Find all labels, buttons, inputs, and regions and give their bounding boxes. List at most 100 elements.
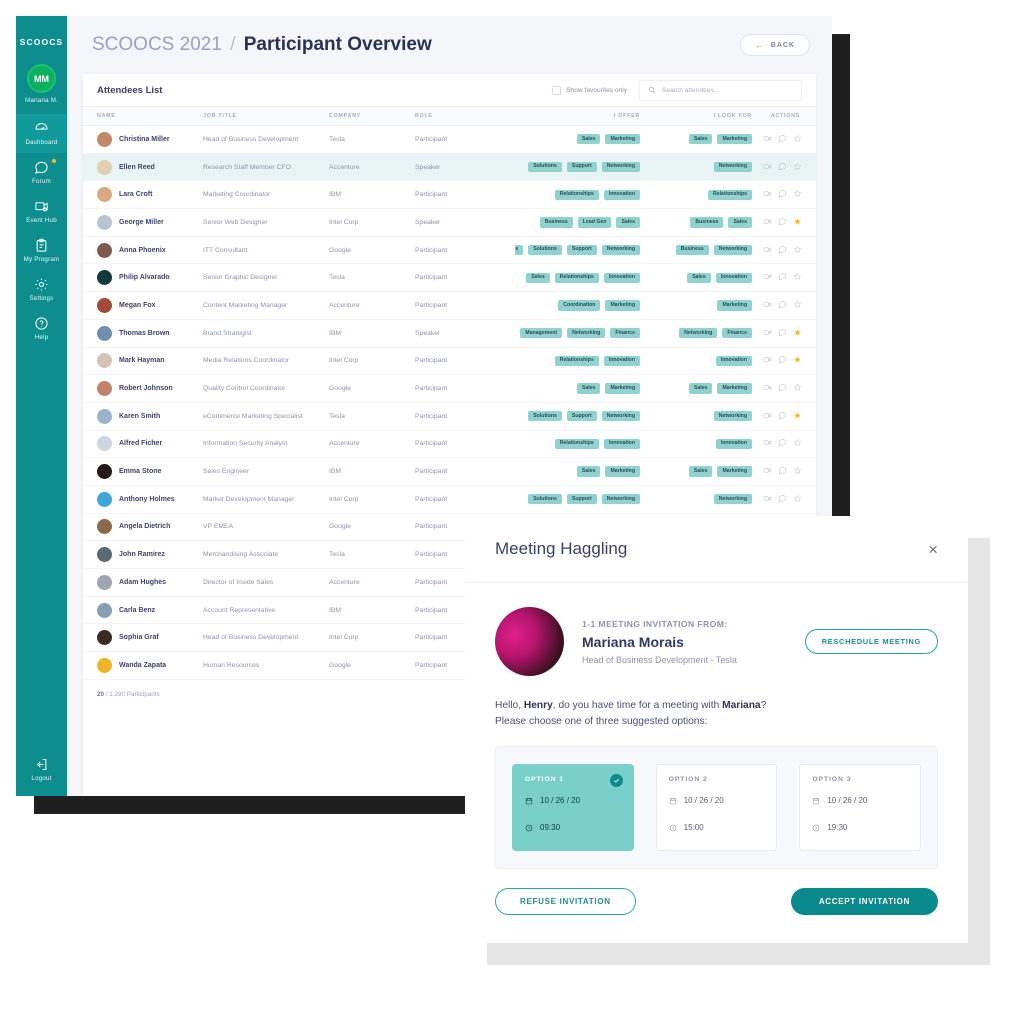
table-row[interactable]: Alfred Ficher Information Security Analys… <box>83 431 816 459</box>
tag[interactable]: Business <box>690 217 724 228</box>
tag[interactable]: Relationships <box>554 438 599 449</box>
table-row[interactable]: Robert Johnson Quality Control Coordinato… <box>83 375 816 403</box>
tag[interactable]: Business <box>515 244 524 256</box>
chat-icon[interactable] <box>778 328 787 339</box>
tag[interactable]: Networking <box>601 494 640 505</box>
tag[interactable]: Innovation <box>715 355 752 366</box>
tag[interactable]: Relationships <box>707 189 752 200</box>
tag[interactable]: Sales <box>576 383 601 394</box>
tag[interactable]: Marketing <box>605 300 640 311</box>
sidebar-item-logout[interactable]: Logout <box>16 747 67 796</box>
favourite-star-icon[interactable] <box>793 162 802 173</box>
sidebar-item-dashboard[interactable]: Dashboard <box>16 114 67 153</box>
reschedule-meeting-button[interactable]: RESCHEDULE MEETING <box>804 629 938 654</box>
tag[interactable]: Sales <box>616 217 640 228</box>
tag[interactable]: Solutions <box>528 411 562 422</box>
video-call-icon[interactable] <box>763 328 772 339</box>
tag[interactable]: Networking <box>601 411 640 422</box>
video-call-icon[interactable] <box>763 189 772 200</box>
video-call-icon[interactable] <box>763 383 772 394</box>
tag[interactable]: Solutions <box>528 244 562 256</box>
sidebar-item-help[interactable]: Help <box>16 309 67 348</box>
meeting-option[interactable]: OPTION 3 10 / 26 / 20 19:30 <box>799 763 922 851</box>
table-row[interactable]: Lara Croft Marketing Coordinator IBM Partic… <box>83 181 816 210</box>
tag[interactable]: Support <box>566 161 597 173</box>
table-row[interactable]: Emma Stone Sales Engineer IBM Participant Sa… <box>83 458 816 486</box>
table-row[interactable]: Ellen Reed Research Staff Member CFO Accen… <box>83 153 816 182</box>
tag[interactable]: Finance <box>722 328 752 339</box>
tag[interactable]: Finance <box>610 328 640 339</box>
chat-icon[interactable] <box>778 494 787 505</box>
tag[interactable]: Relationships <box>554 189 599 200</box>
video-call-icon[interactable] <box>763 300 772 311</box>
chat-icon[interactable] <box>778 355 787 366</box>
tag[interactable]: Solutions <box>528 161 562 173</box>
chat-icon[interactable] <box>778 438 787 449</box>
favourite-star-icon[interactable] <box>793 438 802 449</box>
favourite-star-icon[interactable] <box>793 466 802 477</box>
sidebar-item-my-program[interactable]: My Program <box>16 231 67 270</box>
tag[interactable]: Sales <box>576 134 601 145</box>
tag[interactable]: Networking <box>601 161 640 173</box>
tag[interactable]: Innovation <box>715 272 752 283</box>
chat-icon[interactable] <box>778 162 787 173</box>
tag[interactable]: Support <box>566 411 597 422</box>
video-call-icon[interactable] <box>763 162 772 173</box>
tag[interactable]: Sales <box>688 383 713 394</box>
tag[interactable]: Sales <box>688 134 713 145</box>
favourite-star-icon[interactable] <box>793 134 802 145</box>
tag[interactable]: Relationships <box>554 355 599 366</box>
tag[interactable]: Marketing <box>717 466 752 477</box>
tag[interactable]: Marketing <box>605 466 640 477</box>
video-call-icon[interactable] <box>763 438 772 449</box>
tag[interactable]: Coordination <box>558 300 601 311</box>
back-button[interactable]: ← BACK <box>739 34 810 56</box>
tag[interactable]: Networking <box>567 328 606 339</box>
tag[interactable]: Innovation <box>603 272 640 283</box>
favourite-star-icon[interactable] <box>793 355 802 366</box>
tag[interactable]: Marketing <box>605 383 640 394</box>
table-row[interactable]: Philip Alvarado Senior Graphic Designer Te… <box>83 264 816 293</box>
sidebar-item-settings[interactable]: Settings <box>16 270 67 309</box>
tag[interactable]: Sales <box>728 217 752 228</box>
meeting-option[interactable]: OPTION 1 10 / 26 / 20 09:30 <box>512 763 634 851</box>
tag[interactable]: Management <box>520 328 563 339</box>
tag[interactable]: Marketing <box>717 383 752 394</box>
tag[interactable]: Networking <box>713 494 752 505</box>
tag[interactable]: Innovation <box>715 438 752 449</box>
chat-icon[interactable] <box>778 245 787 256</box>
video-call-icon[interactable] <box>763 245 772 256</box>
tag[interactable]: Innovation <box>603 355 640 366</box>
tag[interactable]: Networking <box>713 161 752 173</box>
favourite-star-icon[interactable] <box>793 245 802 256</box>
table-row[interactable]: Mark Hayman Media Relations Coordinator In… <box>83 348 816 376</box>
favourite-star-icon[interactable] <box>793 217 802 228</box>
chat-icon[interactable] <box>778 134 787 145</box>
video-call-icon[interactable] <box>763 355 772 366</box>
favourite-star-icon[interactable] <box>793 300 802 311</box>
tag[interactable]: Networking <box>713 411 752 422</box>
favourite-star-icon[interactable] <box>793 411 802 422</box>
favourite-star-icon[interactable] <box>793 328 802 339</box>
tag[interactable]: Sales <box>688 466 713 477</box>
meeting-option[interactable]: OPTION 2 10 / 26 / 20 15:00 <box>655 763 778 851</box>
tag[interactable]: Marketing <box>717 134 752 145</box>
video-call-icon[interactable] <box>763 494 772 505</box>
chat-icon[interactable] <box>778 300 787 311</box>
tag[interactable]: Marketing <box>717 300 752 311</box>
tag[interactable]: Sales <box>526 272 550 283</box>
chat-icon[interactable] <box>778 217 787 228</box>
video-call-icon[interactable] <box>763 217 772 228</box>
tag[interactable]: Networking <box>601 244 640 256</box>
tag[interactable]: Business <box>539 217 573 228</box>
video-call-icon[interactable] <box>763 411 772 422</box>
table-row[interactable]: Megan Fox Content Marketing Manager Accent… <box>83 292 816 320</box>
favourite-star-icon[interactable] <box>793 272 802 283</box>
accept-invitation-button[interactable]: ACCEPT INVITATION <box>790 888 938 915</box>
tag[interactable]: Networking <box>679 328 718 339</box>
favourite-star-icon[interactable] <box>793 383 802 394</box>
sidebar-profile[interactable]: MM Mariana M. <box>25 64 58 104</box>
tag[interactable]: Marketing <box>605 134 640 145</box>
tag[interactable]: Lead Gen <box>577 217 612 228</box>
sidebar-item-event-hub[interactable]: Event Hub <box>16 192 67 231</box>
